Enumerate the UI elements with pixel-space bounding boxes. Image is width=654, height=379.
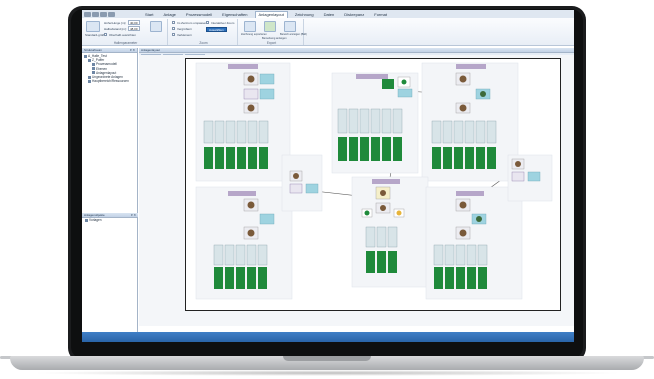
zoom-out-label: Verkleinern: [177, 33, 193, 37]
undo-icon[interactable]: [100, 11, 107, 17]
ribbon-tab-strip: Start Anlage Prozessmodell Eigenschaften…: [142, 11, 390, 18]
laptop-shadow: [30, 370, 624, 376]
align-checkbox[interactable]: [104, 33, 107, 36]
tree-item[interactable]: Vorlagen: [82, 218, 138, 222]
hallenparameter-title: Hallenparameter: [113, 41, 138, 45]
tree-item-label: Vorlagen: [89, 218, 102, 222]
tab-format[interactable]: Format: [371, 11, 390, 18]
tab-diskrepanz[interactable]: Diskrepanz: [341, 11, 367, 18]
structure-panel-title: Strukturbaum: [84, 48, 103, 52]
save-icon[interactable]: [92, 11, 99, 17]
show-area-button[interactable]: [284, 21, 296, 32]
align-label: Oberhalb ausrichten: [109, 33, 137, 37]
spacing-label: Halbabstand [m]:: [104, 27, 127, 31]
laptop-scene: Start Anlage Prozessmodell Eigenschaften…: [0, 0, 654, 379]
tab-anlagenlayout[interactable]: Anlagenlayout: [254, 11, 288, 18]
tab-eigenschaften[interactable]: Eigenschaften: [219, 11, 250, 18]
height-label: Höhe/Länge [m]:: [104, 21, 127, 25]
plant-layout-drawing: [195, 62, 553, 300]
tab-anlage[interactable]: Anlage: [160, 11, 178, 18]
canvas-area: [139, 55, 574, 326]
furniture-icon[interactable]: [150, 21, 162, 32]
status-bar: [82, 332, 574, 342]
document-icon: [92, 67, 95, 71]
ribbon-group-export: Zeichnung exportieren Bemerkung anzeigen…: [240, 19, 307, 45]
export-title: Export: [266, 41, 277, 45]
ribbon: Standard-größe Höhe/Länge [m]: 40,00 Hal…: [82, 18, 574, 46]
show-note-label: Bemerkung anzeigen: [262, 37, 287, 40]
layout-pane: Anlagenlayout 1_Puffer 2_Puffer 3_Puffer: [139, 48, 574, 332]
show-area-label: Bereich anzeigen (Bild): [280, 33, 307, 36]
zoom-title: Zoom: [199, 41, 208, 45]
tab-daten[interactable]: Daten: [321, 11, 338, 18]
structure-tree: A_Halle_Test Z_Puffer Prozessmodell Eben…: [82, 53, 137, 84]
tab-zeichnung[interactable]: Zeichnung: [292, 11, 317, 18]
standard-size-label: Standard-größe: [85, 33, 107, 37]
document-icon: [92, 62, 95, 66]
structure-panel: Strukturbaum ▾ ✕ A_Halle_Test Z_Puffer P…: [82, 48, 138, 332]
folder-icon: [88, 79, 91, 83]
pin-icon[interactable]: ▾ ✕: [130, 48, 135, 53]
folder-icon: [88, 75, 91, 79]
plant-layout-canvas[interactable]: [185, 58, 561, 311]
height-input[interactable]: 40,00: [128, 20, 140, 25]
ribbon-group-zoom: Im Zentrum umpassen Vergrößern Verkleine…: [170, 19, 238, 45]
standard-size-button[interactable]: [86, 21, 100, 32]
objects-panel-title: Anlagenobjekte: [84, 213, 105, 217]
laptop-notch: [283, 356, 371, 361]
objects-panel: Anlagenobjekte ▾ ✕ Vorlagen: [82, 213, 138, 222]
tab-prozessmodell[interactable]: Prozessmodell: [183, 11, 215, 18]
app-window: Start Anlage Prozessmodell Eigenschaften…: [82, 10, 574, 342]
zoom-fit-checkbox[interactable]: [172, 21, 175, 24]
zoom-in-label: Vergrößern: [177, 27, 193, 31]
structure-panel-header: Strukturbaum ▾ ✕: [82, 48, 137, 53]
layout-pane-title: Anlagenlayout: [141, 48, 161, 52]
folder-icon: [85, 218, 88, 222]
zoom-out-checkbox[interactable]: [172, 33, 175, 36]
redo-icon[interactable]: [108, 11, 115, 17]
export-drawing-label: Zeichnung exportieren: [241, 33, 267, 36]
tree-item[interactable]: Hauptbereich/Ressourcen: [84, 79, 135, 83]
pin-icon[interactable]: ▾ ✕: [131, 213, 136, 218]
folder-icon: [88, 58, 91, 62]
document-icon: [92, 71, 95, 75]
zoom-in-checkbox[interactable]: [172, 27, 175, 30]
spacing-input[interactable]: 48,00: [128, 26, 140, 31]
layout-pane-header: Anlagenlayout: [139, 48, 574, 53]
select-button[interactable]: Auswählen: [206, 27, 227, 32]
app-icon[interactable]: [84, 11, 91, 17]
tree-item-label: Hauptbereich/Ressourcen: [92, 79, 129, 84]
ribbon-group-hallenparameter: Standard-größe Höhe/Länge [m]: 40,00 Hal…: [84, 19, 168, 45]
zoom-fit-label: Im Zentrum umpassen: [177, 21, 208, 25]
export-drawing-button[interactable]: [244, 21, 256, 32]
objects-panel-header: Anlagenobjekte ▾ ✕: [82, 213, 138, 218]
tab-start[interactable]: Start: [142, 11, 156, 18]
interactive-zoom-label: Interaktiver Zoom: [211, 21, 235, 25]
folder-icon: [84, 54, 87, 58]
interactive-zoom-checkbox[interactable]: [206, 21, 209, 24]
show-note-button[interactable]: [264, 21, 276, 32]
